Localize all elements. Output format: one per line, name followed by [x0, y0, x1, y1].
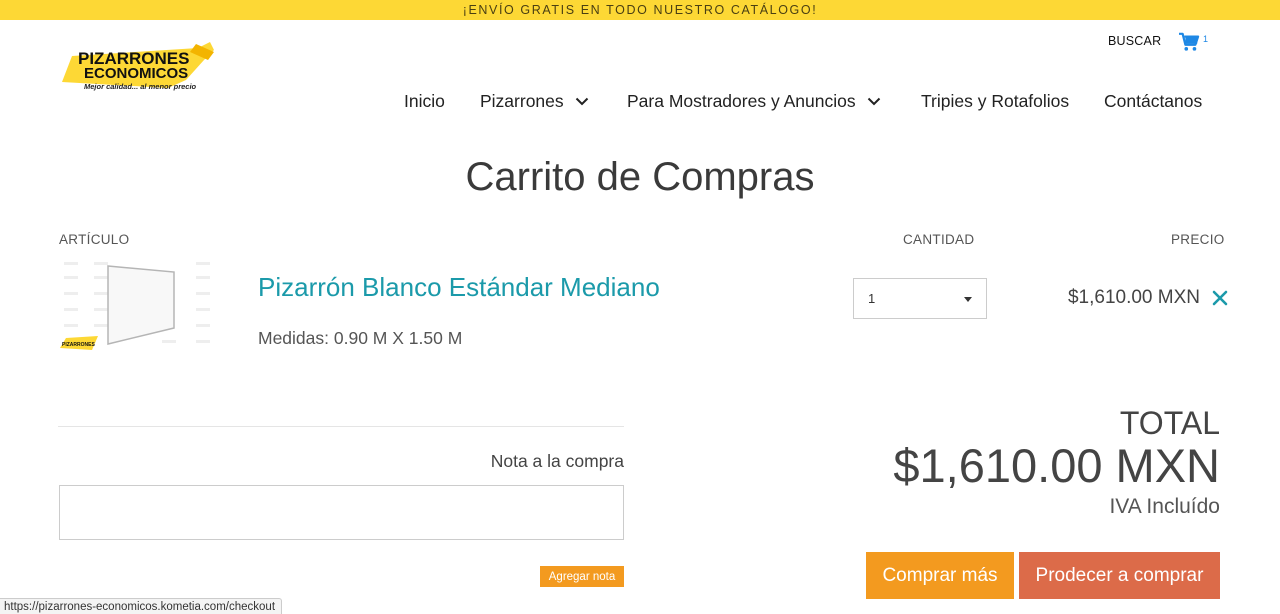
- logo-tagline: Mejor calidad... al menor precio: [84, 82, 197, 91]
- nav-item-inicio[interactable]: Inicio: [404, 90, 445, 112]
- nav-label: Pizarrones: [480, 90, 564, 111]
- cart-icon: [1179, 32, 1200, 51]
- quantity-value: 1: [868, 291, 876, 306]
- product-dimensions: Medidas: 0.90 M X 1.50 M: [258, 328, 463, 348]
- product-thumbnail[interactable]: PIZARRONES: [58, 258, 220, 356]
- section-divider: [58, 426, 624, 427]
- product-name-link[interactable]: Pizarrón Blanco Estándar Mediano: [258, 272, 660, 303]
- chevron-down-icon: [575, 97, 589, 106]
- nav-label: Contáctanos: [1104, 90, 1203, 111]
- column-header-price: PRECIO: [1171, 232, 1225, 247]
- continue-shopping-button[interactable]: Comprar más: [866, 552, 1014, 599]
- order-note-textarea[interactable]: [59, 485, 624, 540]
- remove-item-button[interactable]: [1210, 288, 1230, 308]
- checkout-button[interactable]: Prodecer a comprar: [1019, 552, 1220, 599]
- nav-item-mostradores[interactable]: Para Mostradores y Anuncios: [627, 90, 881, 112]
- column-header-quantity: CANTIDAD: [903, 232, 975, 247]
- tax-note: IVA Incluído: [1109, 495, 1220, 518]
- caret-down-icon: [964, 297, 972, 302]
- column-header-item: ARTÍCULO: [59, 232, 130, 247]
- quantity-select[interactable]: 1: [853, 278, 987, 319]
- status-bar-url: https://pizarrones-economicos.kometia.co…: [0, 598, 283, 614]
- logo-line2: ECONOMICOS: [84, 65, 188, 82]
- note-label: Nota a la compra: [490, 451, 624, 471]
- nav-item-contacto[interactable]: Contáctanos: [1104, 90, 1202, 112]
- nav-item-tripies[interactable]: Tripies y Rotafolios: [921, 90, 1069, 112]
- search-link[interactable]: BUSCAR: [1108, 34, 1161, 48]
- add-note-button[interactable]: Agregar nota: [540, 566, 624, 587]
- total-label: TOTAL: [1119, 405, 1220, 441]
- nav-item-pizarrones[interactable]: Pizarrones: [480, 90, 589, 112]
- nav-label: Inicio: [404, 90, 445, 111]
- promo-bar: ¡ENVÍO GRATIS EN TODO NUESTRO CATÁLOGO!: [0, 0, 1280, 20]
- chevron-down-icon: [867, 97, 881, 106]
- nav-label: Tripies y Rotafolios: [921, 90, 1070, 111]
- page-title: Carrito de Compras: [465, 155, 815, 199]
- line-item-price: $1,610.00 MXN: [1067, 287, 1200, 308]
- close-icon: [1212, 290, 1228, 306]
- promo-text: ¡ENVÍO GRATIS EN TODO NUESTRO CATÁLOGO!: [462, 3, 818, 17]
- thumb-logo-text: PIZARRONES: [62, 342, 95, 348]
- nav-label: Para Mostradores y Anuncios: [627, 90, 856, 111]
- total-amount: $1,610.00 MXN: [893, 439, 1220, 492]
- cart-count-badge: 1: [1203, 34, 1209, 44]
- cart-button[interactable]: 1: [1178, 30, 1208, 56]
- site-logo[interactable]: PIZARRONES ECONOMICOS Mejor calidad... a…: [58, 38, 216, 96]
